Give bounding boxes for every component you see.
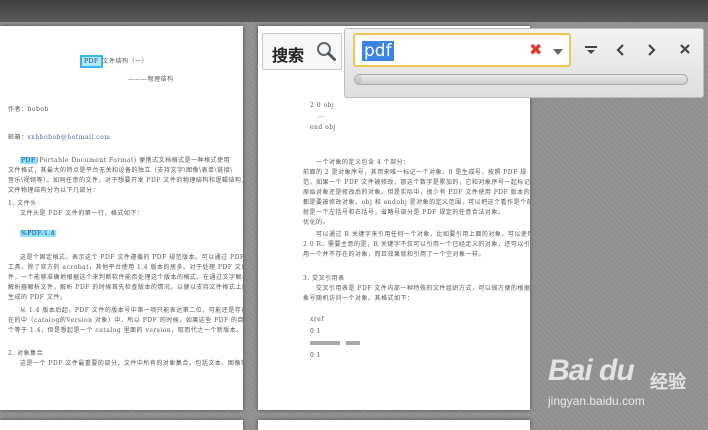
options-icon[interactable] [581,39,601,61]
text-line: 交叉引用表是 PDF 文件内部一种特殊的文件组织方式，可以很方便的根据对 [316,285,530,292]
text-line: 原始对象还是修改后的对象。但是实际中，很少有 PDF 文件使用 PDF 版本的。 [303,189,530,196]
text-line: 象号随机访问一个对象。其格式如下： [303,295,414,302]
next-icon[interactable] [641,39,661,61]
code-line: end obj [310,124,336,131]
text-line: 一个对象的定义包含 4 个部分： [316,159,410,166]
page1-title: PDF 文件结构（一） [80,55,148,68]
page1-subtitle: ———物理结构 [128,76,174,83]
text-line: 件，一个能够准确地根据这个来判断软件能否处理这个版本的格式。在通过文字解析的 [8,274,243,281]
text-line: 工具，除了官方的 acrobat，其他平台使用 1.4 版本的居多。对于处理 P… [8,264,243,271]
find-match-current: PDF [80,55,103,68]
text-line: PDF(Portable Document Format) 便携式文档格式是一种… [20,157,231,164]
code-line: 0 1 [310,352,322,359]
baidu-logo: Bai du [548,354,635,387]
document-page-4[interactable] [258,420,530,430]
document-page-3[interactable] [0,420,243,430]
code-line: 2 0 obj [310,102,335,109]
find-match: %PDF-1.4 [20,230,57,237]
text-line: 音乐\视频等）。如同任意的文件，对于想要开发 PDF 文件的物理结构和逻辑结构，… [8,177,243,184]
text-line: 文件格式，其最大的特点是平台无关和设备的独立（支持文字\图像\表单\链接\ [8,167,233,174]
code-line: 0 1 [310,328,322,335]
text-line: 就是一个左括号和右括号，省略号部分是 PDF 规定的任意合法对象。 [303,209,505,216]
watermark-url: jingyan.baidu.com [548,394,645,408]
search-label: 搜索 [272,46,305,65]
text-line: 都是要被修改对象。obj 和 endobj 是对象的定义范围，可以把这个看作是个… [303,199,530,206]
close-icon[interactable] [675,39,695,61]
redacted-line [310,341,340,345]
search-label-box: 搜索 [262,33,342,70]
find-query-text[interactable]: pdf [362,41,394,61]
page1-email: 邮箱：xxhbobob@hotmail.com [8,134,111,141]
watermark-jingyan: 经验 [650,372,686,393]
section-heading: 2. 对象集合 [8,350,44,357]
text-line: 这是一个 PDF 文件最重要的部分，文件中所有的对象集合，包括文本、图像等 [20,360,243,367]
section-heading: 1. 文件头 [8,200,37,207]
text-line: 解析器解析文件，解析 PDF 的时候首先检查版本的情况。以便以支持文件格式上面 [8,284,243,291]
previous-icon[interactable] [611,39,631,61]
text-line: 前面的 2 是对象序号，其用来唯一标记一个对象。0 是生成号，按照 PDF 规 [303,169,527,176]
find-bar: pdf ✖ [344,28,704,98]
text-line: 文件物理结构分为以下几部分： [8,187,100,194]
text-line: 文件头是 PDF 文件的第一行，格式如下： [20,210,144,217]
dropdown-arrow-icon[interactable] [553,49,563,55]
text-line: 个等于 1.4，但是想起是一个 catalog 里面的 version，取而代之… [8,327,243,334]
search-icon[interactable] [316,41,336,61]
search-progress-fill [355,75,362,84]
text-line: 在的中（catalog的Version 对象）中。所以 PDF 的时候，如果这些… [8,317,243,324]
text-line: 范，如果一个 PDF 文件被修改，那这个数字是累加的，它和对象序号一起标记是 [303,179,530,186]
text-line: 可以通过 R 关键字来引用任何一个对象，比如要引用上面的对象，可以使用 [316,231,530,238]
text-line: 生成的 PDF 文件。 [8,294,67,301]
redacted-line [346,341,360,345]
text-line: 这是个固定格式，表示这个 PDF 文件遵循的 PDF 规范版本。可以通过 PDF… [20,254,243,261]
text-line: 优化的。 [303,219,330,226]
text-line: %PDF-1.4 [20,230,57,237]
find-input[interactable]: pdf ✖ [353,33,571,67]
code-line: ... [318,112,326,119]
search-progress-bar [354,74,688,85]
text-line: 从 1.4 版本后起，PDF 文件的版本号中第一项只能表达第二位，可能还是存在 [20,307,243,314]
text-line: 用一个并不存在的对象，而且效果就和引用了一个空对象一样。 [303,251,486,258]
text-line: 2 0 R，需要主意的是，R 关键字不仅可以引用一个已经定义的对象，还可以引用 [303,241,530,248]
section-heading: 3. 交叉引用表 [303,275,345,282]
page1-author: 作者：hobob [8,106,49,113]
baidu-watermark: Bai du 经验 jingyan.baidu.com [540,346,708,410]
document-page-1[interactable]: PDF 文件结构（一） ———物理结构 作者：hobob 邮箱：xxhbobob@… [0,26,243,410]
clear-icon[interactable]: ✖ [529,40,542,59]
find-match: PDF [20,157,37,164]
code-line: xref [310,316,325,323]
window-top-bar [0,0,708,22]
